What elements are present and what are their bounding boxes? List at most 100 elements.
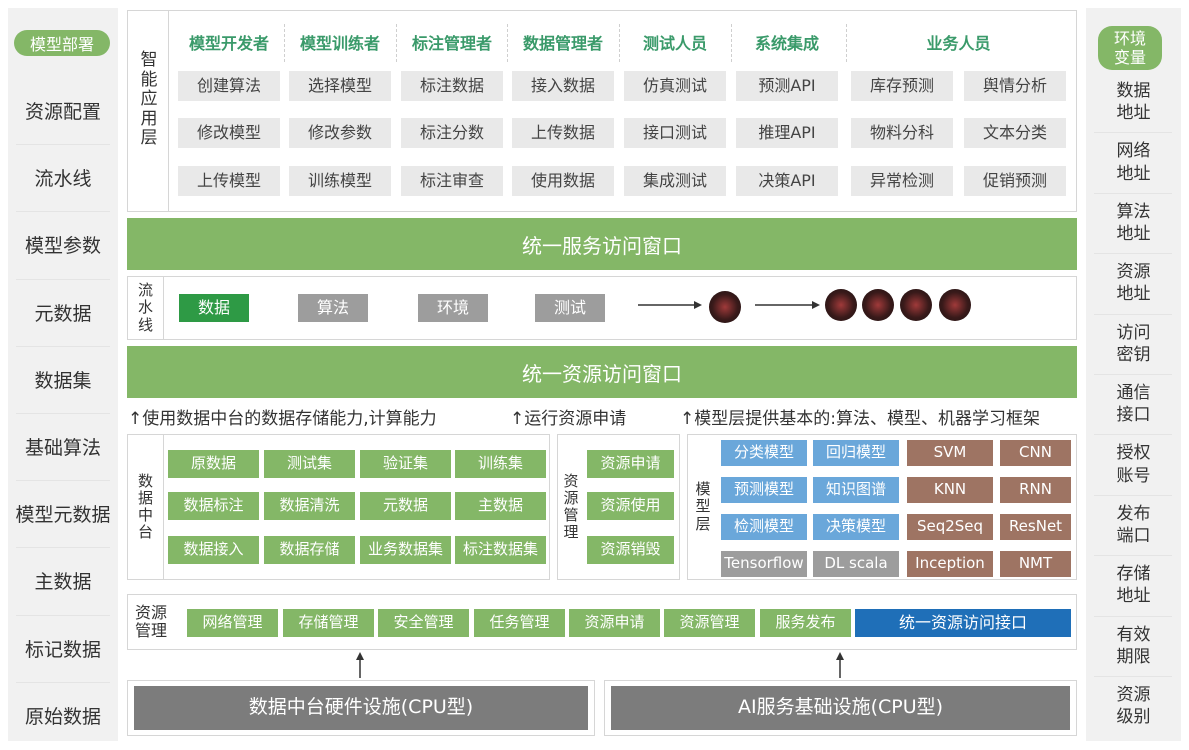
note-resource-apply: ↑运行资源申请 [510,409,627,429]
left-sidebar-item: 模型参数 [24,235,101,258]
role-label: 标注管理者 [411,34,492,53]
right-sidebar-divider [1094,253,1172,255]
resource-mgmt-cell: 资源申请 [587,450,674,478]
model-cell: 回归模型 [813,440,899,466]
resource-bar-cell: 网络管理 [187,609,278,637]
app-function-cell: 集成测试 [624,166,726,196]
resource-mgmt-cell: 资源使用 [587,492,674,520]
algorithm-cell: CNN [1000,440,1071,466]
role-label: 测试人员 [642,34,707,53]
app-function-cell: 促销预测 [964,166,1066,196]
app-function-cell: 标注数据 [401,71,503,101]
app-function-cell: 舆情分析 [964,71,1066,101]
left-sidebar-item: 主数据 [34,571,92,594]
right-sidebar-item: 访问 密钥 [1116,322,1151,365]
right-sidebar-divider [1094,192,1172,194]
framework-cell: DL scala [813,551,899,577]
app-function-cell: 上传数据 [512,118,614,148]
right-sidebar-item: 有效 期限 [1116,624,1151,667]
data-platform-cell: 数据接入 [168,536,259,564]
pipeline-node-icon [709,291,741,323]
left-sidebar-divider [16,345,110,347]
data-platform-title: 数 据 中 台 [137,471,153,542]
left-sidebar-divider [16,211,110,213]
right-sidebar-divider [1094,494,1172,496]
note-model-layer: ↑模型层提供基本的:算法、模型、机器学习框架 [680,409,1040,429]
role-label: 数据管理者 [522,34,603,53]
service-access-window: 统一服务访问窗口 [127,218,1077,270]
pipeline-arrow-head [694,301,702,309]
model-cell: 检测模型 [721,514,807,540]
app-function-cell: 文本分类 [964,118,1066,148]
resource-bar-cell: 资源管理 [664,609,755,637]
resource-access-window: 统一资源访问窗口 [127,346,1077,398]
right-sidebar-item: 算法 地址 [1116,201,1151,244]
infra-ai-service: AI服务基础设施(CPU型) [611,686,1070,730]
pipeline-stage: 测试 [535,294,605,322]
data-platform-cell: 训练集 [455,450,546,478]
right-sidebar-divider [1094,676,1172,677]
pipeline-node-icon [862,289,894,321]
model-cell: 知识图谱 [813,477,899,503]
right-sidebar-divider [1094,434,1172,436]
right-sidebar-divider [1094,313,1172,315]
unified-resource-interface: 统一资源访问接口 [855,609,1071,637]
left-sidebar-divider [16,547,110,549]
left-sidebar-header: 模型部署 [14,30,110,56]
left-sidebar-divider [16,614,110,616]
pipeline-title: 流 水 线 [137,281,153,334]
model-layer-title: 模 型 层 [695,480,711,533]
app-function-cell: 决策API [736,166,838,196]
role-label: 模型训练者 [299,34,380,53]
left-sidebar-item: 数据集 [34,369,92,392]
app-function-cell: 预测API [736,71,838,101]
left-sidebar-item: 标记数据 [24,638,101,661]
app-function-cell: 使用数据 [512,166,614,196]
right-sidebar-divider [1094,374,1172,375]
up-arrows [356,652,844,678]
resource-bar-cell: 存储管理 [283,609,374,637]
app-function-cell: 标注审查 [401,166,503,196]
pipeline-arrow-head [812,301,820,309]
role-divider [731,24,732,62]
app-function-cell: 训练模型 [289,166,391,196]
resource-bar-title: 资源 管理 [134,602,167,640]
left-sidebar-item: 模型元数据 [15,504,111,527]
pipeline-node-icon [825,289,857,321]
algorithm-cell: NMT [1000,551,1071,577]
model-cell: 预测模型 [721,477,807,503]
right-sidebar-item: 资源 级别 [1116,685,1151,728]
right-sidebar-divider [1094,132,1172,134]
right-sidebar-item: 存储 地址 [1116,564,1151,607]
role-divider [396,24,397,62]
data-platform-cell: 测试集 [264,450,355,478]
resource-mgmt-cell: 资源销毁 [587,536,674,564]
data-platform-cell: 主数据 [455,492,546,520]
left-sidebar-item: 流水线 [34,168,92,191]
app-function-cell: 修改模型 [178,118,280,148]
right-sidebar-item: 通信 接口 [1116,383,1151,426]
right-sidebar-divider [1094,615,1172,617]
data-platform-cell: 标注数据集 [455,536,546,564]
role-divider [846,24,847,62]
algorithm-cell: ResNet [1000,514,1071,540]
left-sidebar-divider [16,480,110,482]
model-cell: 决策模型 [813,514,899,540]
pipeline-node-icon [939,289,971,321]
up-arrow-head [836,652,844,660]
app-function-cell: 标注分数 [401,118,503,148]
app-layer-title: 智 能 应 用 层 [140,50,158,149]
app-function-cell: 异常检测 [851,166,953,196]
role-divider [284,24,285,62]
app-function-cell: 修改参数 [289,118,391,148]
right-sidebar-item: 数据 地址 [1116,81,1151,124]
app-function-cell: 创建算法 [178,71,280,101]
up-arrow-head [356,652,364,660]
left-sidebar-divider [16,278,110,280]
left-sidebar-item: 基础算法 [24,437,101,460]
framework-cell: Tensorflow [721,551,807,577]
resource-bar-cell: 任务管理 [474,609,565,637]
model-cell: 分类模型 [721,440,807,466]
role-label: 模型开发者 [188,34,269,53]
left-sidebar-item: 资源配置 [24,101,101,124]
